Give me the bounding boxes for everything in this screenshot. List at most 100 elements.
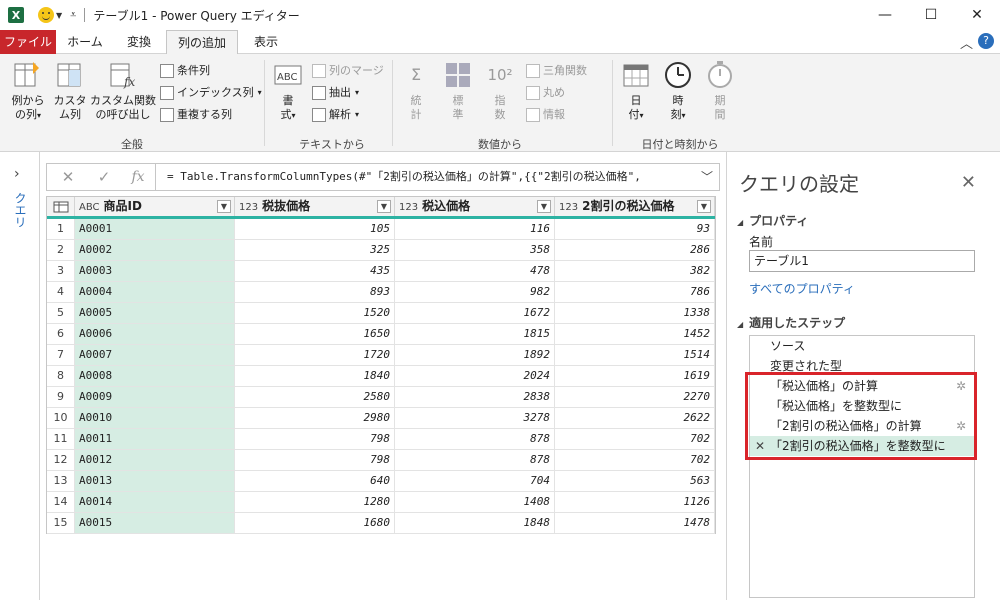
table-cell[interactable]: A0009	[75, 387, 235, 407]
table-cell[interactable]: 702	[555, 450, 715, 470]
table-cell[interactable]: 2024	[395, 366, 555, 386]
feedback-smiley-icon[interactable]	[38, 7, 54, 23]
time-button[interactable]: 時 刻▾	[660, 60, 696, 123]
table-cell[interactable]: 1126	[555, 492, 715, 512]
table-cell[interactable]: 1720	[235, 345, 395, 365]
column-header-discount-price[interactable]: 123 2割引の税込価格 ▼	[555, 197, 715, 216]
table-cell[interactable]: 478	[395, 261, 555, 281]
extract-button[interactable]: 抽出 ▾	[312, 84, 359, 102]
filter-dropdown-icon[interactable]: ▼	[697, 200, 711, 213]
table-cell[interactable]: 1815	[395, 324, 555, 344]
table-cell[interactable]: A0003	[75, 261, 235, 281]
table-row[interactable]: 10 A0010 2980 3278 2622	[47, 408, 715, 429]
close-window-button[interactable]: ✕	[954, 0, 1000, 30]
table-cell[interactable]: A0010	[75, 408, 235, 428]
step-item-active[interactable]: ✕ 「2割引の税込価格」を整数型に	[750, 436, 974, 456]
table-cell[interactable]: 3278	[395, 408, 555, 428]
query-name-field[interactable]: テーブル1	[749, 250, 975, 272]
tab-file[interactable]: ファイル	[0, 30, 56, 54]
table-cell[interactable]: 878	[395, 450, 555, 470]
table-cell[interactable]: A0005	[75, 303, 235, 323]
table-cell[interactable]: A0014	[75, 492, 235, 512]
format-button[interactable]: ABC 書 式▾	[270, 60, 306, 123]
feedback-caret-icon[interactable]: ▼	[56, 11, 62, 20]
standard-button[interactable]: 標 準	[440, 60, 476, 122]
tab-home[interactable]: ホーム	[58, 30, 112, 54]
table-cell[interactable]: 798	[235, 450, 395, 470]
fx-icon[interactable]: fx	[125, 164, 151, 190]
formula-expression-input[interactable]: = Table.TransformColumnTypes(#"「2割引の税込価格…	[167, 164, 697, 190]
table-cell[interactable]: 1619	[555, 366, 715, 386]
step-settings-gear-icon[interactable]: ✲	[956, 416, 966, 436]
table-cell[interactable]: 1408	[395, 492, 555, 512]
custom-column-button[interactable]: カスタ ム列	[52, 60, 88, 122]
table-cell[interactable]: 1672	[395, 303, 555, 323]
table-row[interactable]: 15 A0015 1680 1848 1478	[47, 513, 715, 534]
table-row[interactable]: 2 A0002 325 358 286	[47, 240, 715, 261]
scientific-button[interactable]: 10² 指 数	[482, 60, 518, 122]
table-cell[interactable]: 435	[235, 261, 395, 281]
duplicate-column-button[interactable]: 重複する列	[160, 106, 232, 124]
table-cell[interactable]: A0008	[75, 366, 235, 386]
maximize-button[interactable]: ☐	[908, 0, 954, 30]
table-cell[interactable]: 2980	[235, 408, 395, 428]
quick-access-dropdown-icon[interactable]: ⩡	[70, 8, 76, 22]
properties-section-header[interactable]: ◢ プロパティ	[737, 212, 808, 229]
table-cell[interactable]: A0015	[75, 513, 235, 533]
number-type-icon[interactable]: 123	[559, 198, 578, 217]
table-cell[interactable]: 2838	[395, 387, 555, 407]
table-row[interactable]: 5 A0005 1520 1672 1338	[47, 303, 715, 324]
all-properties-link[interactable]: すべてのプロパティ	[749, 280, 855, 297]
table-cell[interactable]: 325	[235, 240, 395, 260]
table-row[interactable]: 12 A0012 798 878 702	[47, 450, 715, 471]
text-type-icon[interactable]: ABC	[79, 198, 100, 217]
close-settings-icon[interactable]: ✕	[961, 172, 976, 193]
queries-pane-label[interactable]: クエリ	[12, 192, 29, 228]
collapse-triangle-icon[interactable]: ◢	[737, 218, 743, 227]
column-header-price-inc-tax[interactable]: 123 税込価格 ▼	[395, 197, 555, 216]
table-row[interactable]: 1 A0001 105 116 93	[47, 219, 715, 240]
step-item[interactable]: 変更された型	[750, 356, 974, 376]
step-item[interactable]: ソース	[750, 336, 974, 356]
merge-columns-button[interactable]: 列のマージ	[312, 62, 384, 80]
table-row[interactable]: 4 A0004 893 982 786	[47, 282, 715, 303]
tab-transform[interactable]: 変換	[114, 30, 164, 54]
table-cell[interactable]: A0001	[75, 219, 235, 239]
table-cell[interactable]: A0002	[75, 240, 235, 260]
table-cell[interactable]: 563	[555, 471, 715, 491]
step-item[interactable]: 「税込価格」を整数型に	[750, 396, 974, 416]
date-button[interactable]: 日 付▾	[618, 60, 654, 123]
table-cell[interactable]: 1280	[235, 492, 395, 512]
number-type-icon[interactable]: 123	[399, 198, 418, 217]
table-cell[interactable]: 358	[395, 240, 555, 260]
table-cell[interactable]: 1520	[235, 303, 395, 323]
table-cell[interactable]: 704	[395, 471, 555, 491]
applied-steps-section-header[interactable]: ◢ 適用したステップ	[737, 314, 845, 331]
table-cell[interactable]: A0007	[75, 345, 235, 365]
table-cell[interactable]: 1514	[555, 345, 715, 365]
filter-dropdown-icon[interactable]: ▼	[217, 200, 231, 213]
table-cell[interactable]: A0006	[75, 324, 235, 344]
confirm-formula-icon[interactable]: ✓	[91, 164, 117, 190]
table-cell[interactable]: 1840	[235, 366, 395, 386]
table-row[interactable]: 7 A0007 1720 1892 1514	[47, 345, 715, 366]
expand-queries-chevron-icon[interactable]: ›	[14, 166, 20, 182]
table-cell[interactable]: 93	[555, 219, 715, 239]
table-cell[interactable]: 116	[395, 219, 555, 239]
cancel-formula-icon[interactable]: ✕	[55, 164, 81, 190]
table-cell[interactable]: 1848	[395, 513, 555, 533]
table-cell[interactable]: 1892	[395, 345, 555, 365]
column-from-examples-button[interactable]: 例から の列▾	[6, 60, 50, 123]
collapse-triangle-icon[interactable]: ◢	[737, 320, 743, 329]
table-row[interactable]: 3 A0003 435 478 382	[47, 261, 715, 282]
table-row[interactable]: 6 A0006 1650 1815 1452	[47, 324, 715, 345]
table-cell[interactable]: 1478	[555, 513, 715, 533]
number-type-icon[interactable]: 123	[239, 198, 258, 217]
trigonometry-button[interactable]: 三角関数	[526, 62, 587, 80]
conditional-column-button[interactable]: 条件列	[160, 62, 210, 80]
information-button[interactable]: 情報	[526, 106, 565, 124]
table-row[interactable]: 14 A0014 1280 1408 1126	[47, 492, 715, 513]
statistics-button[interactable]: Σ 統 計	[398, 60, 434, 122]
rounding-button[interactable]: 丸め	[526, 84, 565, 102]
table-row[interactable]: 8 A0008 1840 2024 1619	[47, 366, 715, 387]
